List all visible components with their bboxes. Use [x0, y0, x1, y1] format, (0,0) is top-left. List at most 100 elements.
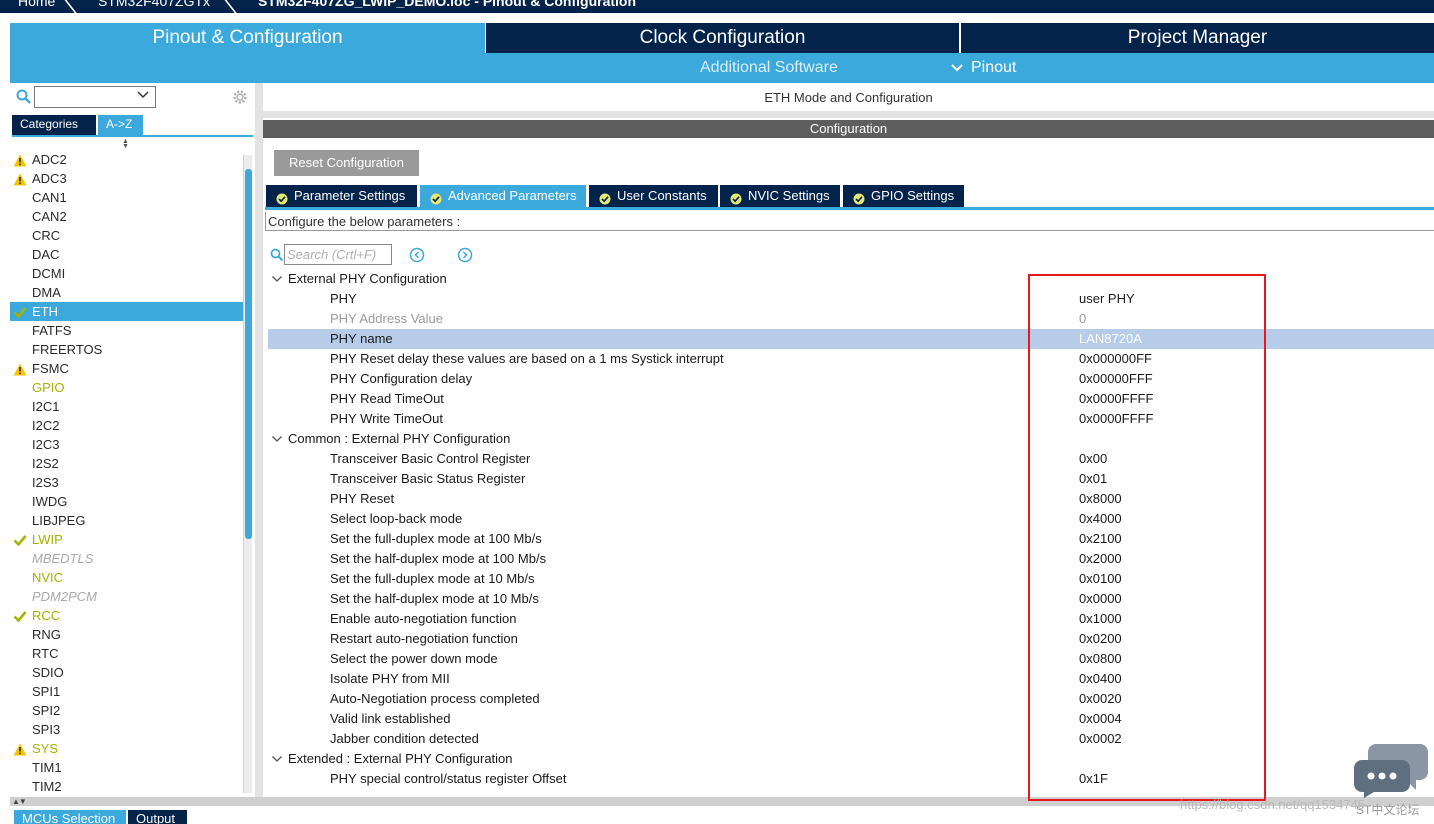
chevron-down-icon[interactable]: [950, 62, 964, 74]
peripheral-item-dcmi[interactable]: DCMI: [10, 264, 244, 283]
breadcrumb-mcu[interactable]: STM32F407ZGTx: [98, 0, 210, 9]
chat-bubble-icon[interactable]: [1354, 740, 1428, 798]
peripheral-item-pdm2pcm[interactable]: PDM2PCM: [10, 587, 244, 606]
peripheral-item-iwdg[interactable]: IWDG: [10, 492, 244, 511]
arrow-right-circle-icon[interactable]: [457, 247, 473, 263]
peripheral-item-i2c2[interactable]: I2C2: [10, 416, 244, 435]
peripheral-item-rcc[interactable]: RCC: [10, 606, 244, 625]
peripheral-item-mbedtls[interactable]: MBEDTLS: [10, 549, 244, 568]
tab-output[interactable]: Output: [128, 810, 187, 824]
collapse-arrows-icon[interactable]: ▲▼: [12, 797, 27, 806]
parameter-name: PHY Configuration delay: [330, 371, 473, 386]
peripheral-item-fatfs[interactable]: FATFS: [10, 321, 244, 340]
peripheral-item-tim2[interactable]: TIM2: [10, 777, 244, 796]
mode-config-divider[interactable]: [263, 111, 1434, 118]
tab-a-to-z[interactable]: A->Z: [98, 115, 143, 135]
sort-icon[interactable]: ▲ ▼: [122, 138, 129, 150]
scrollbar-thumb[interactable]: [245, 169, 252, 539]
tab-categories[interactable]: Categories: [12, 115, 96, 135]
parameter-name: Set the full-duplex mode at 10 Mb/s: [330, 571, 535, 586]
peripheral-item-i2s3[interactable]: I2S3: [10, 473, 244, 492]
parameter-name: Set the full-duplex mode at 100 Mb/s: [330, 531, 542, 546]
peripheral-item-dma[interactable]: DMA: [10, 283, 244, 302]
chevron-down-icon[interactable]: [271, 749, 283, 769]
peripheral-item-eth[interactable]: ETH: [10, 302, 244, 321]
peripheral-label: SPI1: [32, 684, 61, 699]
peripheral-item-rtc[interactable]: RTC: [10, 644, 244, 663]
arrow-left-circle-icon[interactable]: [409, 247, 425, 263]
peripheral-label: DCMI: [32, 266, 66, 281]
parameter-search-input[interactable]: Search (Crtl+F): [284, 244, 392, 265]
tab-underline: [265, 207, 1434, 210]
peripheral-item-gpio[interactable]: GPIO: [10, 378, 244, 397]
peripheral-item-fsmc[interactable]: FSMC: [10, 359, 244, 378]
chevron-down-icon[interactable]: [137, 90, 149, 103]
additional-software-menu[interactable]: Additional Software: [700, 53, 838, 83]
peripheral-label: ETH: [32, 304, 58, 319]
peripheral-item-spi2[interactable]: SPI2: [10, 701, 244, 720]
peripheral-label: I2C1: [32, 399, 60, 414]
check-icon: [13, 533, 27, 547]
tab-project-manager[interactable]: Project Manager: [961, 23, 1434, 53]
peripheral-label: PDM2PCM: [32, 589, 98, 604]
chevron-down-icon[interactable]: [271, 269, 283, 289]
peripheral-search-input[interactable]: [34, 86, 156, 108]
check-circle-icon: [276, 190, 288, 205]
peripheral-item-sys[interactable]: SYS: [10, 739, 244, 758]
peripheral-label: DAC: [32, 247, 60, 262]
check-circle-icon: [599, 190, 611, 205]
peripheral-item-libjpeg[interactable]: LIBJPEG: [10, 511, 244, 530]
peripheral-item-dac[interactable]: DAC: [10, 245, 244, 264]
mode-panel-title: ETH Mode and Configuration: [263, 84, 1434, 111]
peripheral-item-i2s2[interactable]: I2S2: [10, 454, 244, 473]
peripheral-label: SDIO: [32, 665, 64, 680]
peripheral-item-i2c1[interactable]: I2C1: [10, 397, 244, 416]
panel-splitter[interactable]: [255, 83, 263, 797]
tab-parameter-settings[interactable]: Parameter Settings: [266, 185, 417, 207]
peripheral-label: GPIO: [32, 380, 65, 395]
peripheral-item-nvic[interactable]: NVIC: [10, 568, 244, 587]
peripheral-item-adc2[interactable]: ADC2: [10, 150, 244, 169]
peripheral-label: RNG: [32, 627, 61, 642]
peripheral-item-i2c3[interactable]: I2C3: [10, 435, 244, 454]
peripheral-item-crc[interactable]: CRC: [10, 226, 244, 245]
peripheral-item-tim1[interactable]: TIM1: [10, 758, 244, 777]
tab-advanced-parameters[interactable]: Advanced Parameters: [420, 185, 586, 207]
parameter-name: Set the half-duplex mode at 100 Mb/s: [330, 551, 547, 566]
tab-mcus-selection[interactable]: MCUs Selection: [14, 810, 126, 824]
peripheral-item-adc3[interactable]: ADC3: [10, 169, 244, 188]
tab-pinout-configuration[interactable]: Pinout & Configuration: [10, 23, 485, 53]
parameter-name: PHY Write TimeOut: [330, 411, 443, 426]
breadcrumb-home[interactable]: Home: [18, 0, 55, 9]
reset-configuration-button[interactable]: Reset Configuration: [274, 150, 419, 176]
parameter-name: Transceiver Basic Status Register: [330, 471, 526, 486]
peripheral-item-can2[interactable]: CAN2: [10, 207, 244, 226]
tab-clock-configuration[interactable]: Clock Configuration: [486, 23, 959, 53]
peripheral-item-freertos[interactable]: FREERTOS: [10, 340, 244, 359]
warning-icon: [13, 742, 27, 756]
peripheral-item-can1[interactable]: CAN1: [10, 188, 244, 207]
tab-nvic-settings[interactable]: NVIC Settings: [720, 185, 840, 207]
peripheral-item-spi1[interactable]: SPI1: [10, 682, 244, 701]
tab-gpio-settings[interactable]: GPIO Settings: [843, 185, 964, 207]
parameter-name: PHY special control/status register Offs…: [330, 771, 567, 786]
chevron-down-icon[interactable]: [271, 429, 283, 449]
tab-label: User Constants: [617, 188, 707, 203]
gear-icon[interactable]: [231, 88, 249, 106]
parameter-name: PHY Reset: [330, 491, 395, 506]
peripheral-item-rng[interactable]: RNG: [10, 625, 244, 644]
tab-label: NVIC Settings: [748, 188, 830, 203]
breadcrumb-project: STM32F407ZG_LWIP_DEMO.ioc - Pinout & Con…: [258, 0, 637, 9]
peripheral-scrollbar[interactable]: [243, 155, 252, 793]
peripheral-label: MBEDTLS: [32, 551, 94, 566]
warning-icon: [13, 153, 27, 167]
tab-user-constants[interactable]: User Constants: [589, 185, 718, 207]
peripheral-item-spi3[interactable]: SPI3: [10, 720, 244, 739]
peripheral-item-sdio[interactable]: SDIO: [10, 663, 244, 682]
peripheral-label: I2C2: [32, 418, 60, 433]
peripheral-item-lwip[interactable]: LWIP: [10, 530, 244, 549]
pinout-menu[interactable]: Pinout: [971, 53, 1016, 83]
peripheral-label: NVIC: [32, 570, 64, 585]
peripheral-label: FREERTOS: [32, 342, 103, 357]
group-label: External PHY Configuration: [288, 271, 447, 286]
